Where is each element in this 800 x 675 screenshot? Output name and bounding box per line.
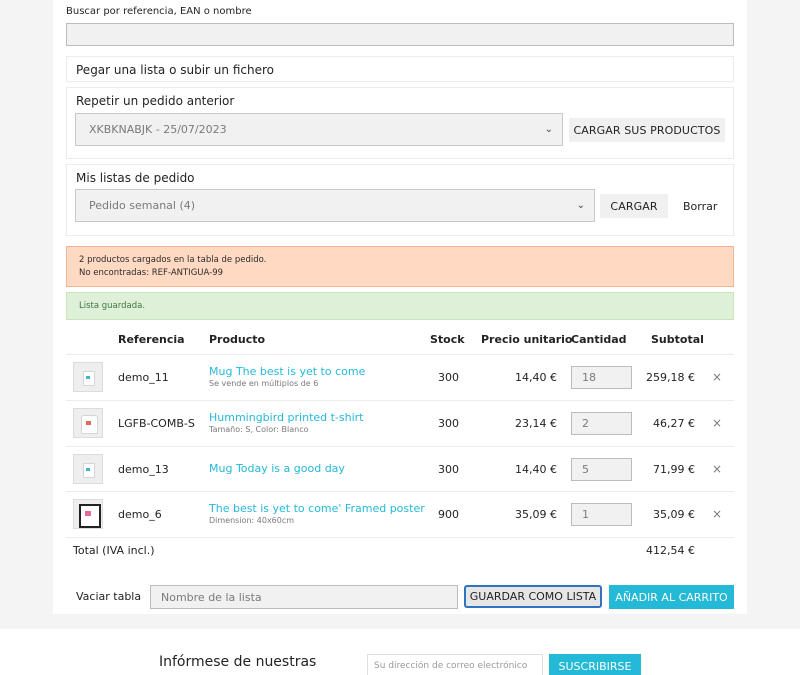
chevron-down-icon: ⌄ (544, 124, 553, 135)
remove-row-icon[interactable]: × (712, 462, 722, 476)
paste-list-title: Pegar una lista o subir un fichero (76, 63, 274, 77)
product-thumbnail[interactable] (73, 499, 103, 529)
header-reference: Referencia (118, 333, 185, 346)
row-subtotal: 71,99 € (653, 463, 695, 476)
success-alert: Lista guardada. (66, 292, 734, 320)
product-detail: Dimension: 40x60cm (209, 516, 295, 525)
warning-alert: 2 productos cargados en la tabla de pedi… (66, 246, 734, 287)
load-list-button[interactable]: CARGAR (600, 194, 668, 218)
newsletter-email-input[interactable]: Su dirección de correo electrónico (367, 654, 543, 675)
remove-row-icon[interactable]: × (712, 507, 722, 521)
row-reference: demo_11 (118, 371, 169, 384)
row-stock: 300 (438, 417, 459, 430)
row-reference: demo_6 (118, 508, 162, 521)
row-reference: LGFB-COMB-S (118, 417, 195, 430)
search-label: Buscar por referencia, EAN o nombre (66, 6, 252, 17)
subscribe-button[interactable]: SUSCRIBIRSE (549, 654, 641, 675)
product-link[interactable]: Hummingbird printed t-shirt (209, 411, 364, 424)
order-list-selected: Pedido semanal (4) (89, 199, 196, 212)
row-unit-price: 35,09 € (515, 508, 557, 521)
search-input[interactable] (66, 23, 734, 46)
product-link[interactable]: Mug The best is yet to come (209, 365, 365, 378)
header-product: Producto (209, 333, 266, 346)
list-name-input[interactable]: Nombre de la lista (150, 585, 458, 609)
row-divider (66, 400, 734, 401)
paste-list-panel[interactable]: Pegar una lista o subir un fichero (66, 56, 734, 82)
header-stock: Stock (430, 333, 465, 346)
row-reference: demo_13 (118, 463, 169, 476)
product-thumbnail[interactable] (73, 362, 103, 392)
newsletter-text: Infórmese de nuestras (159, 654, 317, 670)
save-as-list-button[interactable]: GUARDAR COMO LISTA (464, 585, 602, 608)
warning-line-1: 2 productos cargados en la tabla de pedi… (79, 255, 267, 265)
remove-row-icon[interactable]: × (712, 370, 722, 384)
warning-line-2: No encontradas: REF-ANTIGUA-99 (79, 268, 224, 278)
row-stock: 300 (438, 463, 459, 476)
row-divider (66, 537, 734, 538)
previous-order-selected: XKBKNABJK - 25/07/2023 (89, 123, 227, 136)
delete-list-link[interactable]: Borrar (683, 200, 717, 213)
row-unit-price: 23,14 € (515, 417, 557, 430)
row-subtotal: 35,09 € (653, 508, 695, 521)
total-label: Total (IVA incl.) (73, 544, 155, 557)
remove-row-icon[interactable]: × (712, 416, 722, 430)
quantity-input[interactable]: 2 (571, 412, 632, 435)
product-thumbnail[interactable] (73, 408, 103, 438)
repeat-order-title: Repetir un pedido anterior (76, 94, 235, 108)
product-link[interactable]: Mug Today is a good day (209, 462, 345, 475)
row-subtotal: 259,18 € (646, 371, 695, 384)
quantity-input[interactable]: 5 (571, 458, 632, 481)
quantity-input[interactable]: 18 (571, 366, 632, 389)
header-subtotal: Subtotal (651, 333, 704, 346)
load-products-button[interactable]: CARGAR SUS PRODUCTOS (569, 118, 725, 142)
row-divider (66, 491, 734, 492)
total-value: 412,54 € (646, 544, 695, 557)
newsletter-email-placeholder: Su dirección de correo electrónico (374, 661, 528, 671)
order-list-select[interactable]: Pedido semanal (4) ⌄ (75, 189, 595, 222)
product-detail: Tamaño: S, Color: Blanco (209, 425, 309, 434)
chevron-down-icon: ⌄ (576, 200, 585, 211)
previous-order-select[interactable]: XKBKNABJK - 25/07/2023 ⌄ (75, 113, 563, 146)
add-to-cart-button[interactable]: AÑADIR AL CARRITO (609, 585, 734, 609)
row-stock: 300 (438, 371, 459, 384)
product-thumbnail[interactable] (73, 454, 103, 484)
row-unit-price: 14,40 € (515, 463, 557, 476)
row-divider (66, 354, 734, 355)
header-unit-price: Precio unitario (481, 333, 573, 346)
product-detail: Se vende en múltiplos de 6 (209, 379, 319, 388)
row-divider (66, 446, 734, 447)
list-name-placeholder: Nombre de la lista (161, 590, 262, 604)
row-subtotal: 46,27 € (653, 417, 695, 430)
clear-table-link[interactable]: Vaciar tabla (76, 590, 141, 603)
success-text: Lista guardada. (79, 301, 146, 311)
order-lists-title: Mis listas de pedido (76, 171, 195, 185)
quantity-input[interactable]: 1 (571, 503, 632, 526)
row-stock: 900 (438, 508, 459, 521)
product-link[interactable]: The best is yet to come' Framed poster (209, 502, 425, 515)
header-quantity: Cantidad (571, 333, 627, 346)
row-unit-price: 14,40 € (515, 371, 557, 384)
